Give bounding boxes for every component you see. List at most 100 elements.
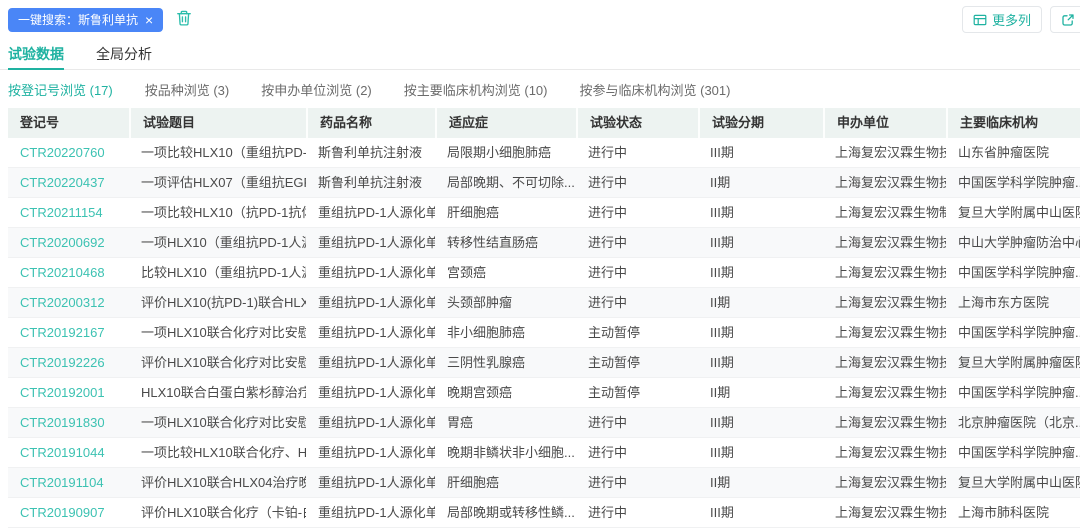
cell-trial-title: 一项HLX10联合化疗对比安慰剂联... (129, 318, 306, 347)
search-tag[interactable]: 一键搜索：斯鲁利单抗 × (8, 8, 163, 32)
cell-trial-title: 评价HLX10联合化疗（卡铂-白蛋... (129, 498, 306, 527)
cell-trial-status: 进行中 (576, 468, 698, 497)
filter-tab[interactable]: 按参与临床机构浏览 (301) (580, 80, 731, 99)
close-icon[interactable]: × (145, 13, 153, 27)
browse-filters: 按登记号浏览 (17) 按品种浏览 (3) 按申办单位浏览 (2) 按主要临床机构浏览… (0, 79, 1080, 99)
cell-indication: 宫颈癌 (435, 258, 576, 287)
table-row: CTR20191104评价HLX10联合HLX04治疗晚期肝...重组抗PD-1… (8, 468, 1080, 498)
cell-indication: 局部晚期或转移性鳞... (435, 498, 576, 527)
cell-main-clinical-institution: 北京肿瘤医院（北京... (946, 408, 1080, 437)
table-row: CTR20211154一项比较HLX10（抗PD-1抗体）...重组抗PD-1人… (8, 198, 1080, 228)
column-header-registration-number: 登记号 (8, 108, 129, 138)
cell-trial-status: 进行中 (576, 228, 698, 257)
cell-trial-title: 一项HLX10联合化疗对比安慰剂联... (129, 408, 306, 437)
cell-trial-title: 比较HLX10（重组抗PD-1人源化... (129, 258, 306, 287)
cell-sponsor: 上海复宏汉霖生物技... (823, 288, 946, 317)
cell-drug-name: 斯鲁利单抗注射液 (306, 138, 435, 167)
registration-number-link[interactable]: CTR20220437 (8, 168, 129, 197)
filter-tab[interactable]: 按登记号浏览 (17) (8, 80, 113, 99)
cell-trial-title: 一项比较HLX10（抗PD-1抗体）... (129, 198, 306, 227)
more-columns-button[interactable]: 更多列 (962, 6, 1042, 33)
registration-number-link[interactable]: CTR20211154 (8, 198, 129, 227)
cell-main-clinical-institution: 上海市东方医院 (946, 288, 1080, 317)
cell-trial-title: 评价HLX10(抗PD-1)联合HLX07(... (129, 288, 306, 317)
cell-trial-phase: II期 (698, 378, 823, 407)
column-header-trial-status: 试验状态 (576, 108, 698, 138)
cell-main-clinical-institution: 复旦大学附属中山医院 (946, 198, 1080, 227)
cell-trial-title: 一项评估HLX07（重组抗EGFR人... (129, 168, 306, 197)
cell-indication: 肝细胞癌 (435, 198, 576, 227)
table-row: CTR20200312评价HLX10(抗PD-1)联合HLX07(...重组抗P… (8, 288, 1080, 318)
column-header-drug-name: 药品名称 (306, 108, 435, 138)
table-row: CTR20220760一项比较HLX10（重组抗PD-1人...斯鲁利单抗注射液… (8, 138, 1080, 168)
table-row: CTR20192226评价HLX10联合化疗对比安慰剂联...重组抗PD-1人源… (8, 348, 1080, 378)
cell-trial-title: HLX10联合白蛋白紫杉醇治疗经晚... (129, 378, 306, 407)
cell-sponsor: 上海复宏汉霖生物技... (823, 348, 946, 377)
column-header-trial-phase: 试验分期 (698, 108, 823, 138)
cell-main-clinical-institution: 中国医学科学院肿瘤... (946, 168, 1080, 197)
registration-number-link[interactable]: CTR20192001 (8, 378, 129, 407)
tab-trial-data[interactable]: 试验数据 (8, 39, 64, 69)
table-row: CTR20220437一项评估HLX07（重组抗EGFR人...斯鲁利单抗注射液… (8, 168, 1080, 198)
cell-trial-status: 主动暂停 (576, 378, 698, 407)
cell-drug-name: 重组抗PD-1人源化单... (306, 318, 435, 347)
cell-main-clinical-institution: 中山大学肿瘤防治中心 (946, 228, 1080, 257)
registration-number-link[interactable]: CTR20190907 (8, 498, 129, 527)
cell-sponsor: 上海复宏汉霖生物技... (823, 498, 946, 527)
table-row: CTR20192167一项HLX10联合化疗对比安慰剂联...重组抗PD-1人源… (8, 318, 1080, 348)
filter-tab[interactable]: 按申办单位浏览 (2) (261, 80, 372, 99)
cell-drug-name: 重组抗PD-1人源化单... (306, 378, 435, 407)
trials-table: 登记号试验题目药品名称适应症试验状态试验分期申办单位主要临床机构 CTR2022… (8, 108, 1080, 528)
cell-drug-name: 重组抗PD-1人源化单... (306, 408, 435, 437)
clear-search-button[interactable] (175, 9, 193, 30)
cell-trial-phase: III期 (698, 138, 823, 167)
registration-number-link[interactable]: CTR20210468 (8, 258, 129, 287)
open-external-button[interactable] (1050, 6, 1080, 33)
registration-number-link[interactable]: CTR20191830 (8, 408, 129, 437)
cell-trial-phase: III期 (698, 348, 823, 377)
registration-number-link[interactable]: CTR20220760 (8, 138, 129, 167)
more-columns-label: 更多列 (992, 10, 1031, 29)
cell-sponsor: 上海复宏汉霖生物制... (823, 198, 946, 227)
cell-trial-title: 评价HLX10联合化疗对比安慰剂联... (129, 348, 306, 377)
cell-trial-status: 进行中 (576, 198, 698, 227)
registration-number-link[interactable]: CTR20191044 (8, 438, 129, 467)
cell-trial-title: 评价HLX10联合HLX04治疗晚期肝... (129, 468, 306, 497)
cell-drug-name: 斯鲁利单抗注射液 (306, 168, 435, 197)
cell-trial-status: 进行中 (576, 138, 698, 167)
trash-icon (175, 9, 193, 30)
external-link-icon (1061, 13, 1075, 27)
cell-trial-phase: III期 (698, 438, 823, 467)
cell-trial-phase: III期 (698, 318, 823, 347)
cell-indication: 非小细胞肺癌 (435, 318, 576, 347)
table-header: 登记号试验题目药品名称适应症试验状态试验分期申办单位主要临床机构 (8, 108, 1080, 138)
registration-number-link[interactable]: CTR20200312 (8, 288, 129, 317)
table-row: CTR20210468比较HLX10（重组抗PD-1人源化...重组抗PD-1人… (8, 258, 1080, 288)
cell-trial-phase: III期 (698, 498, 823, 527)
tab-global-analysis[interactable]: 全局分析 (96, 39, 152, 69)
cell-trial-status: 进行中 (576, 168, 698, 197)
cell-indication: 晚期宫颈癌 (435, 378, 576, 407)
main-tabs: 试验数据 全局分析 (0, 39, 1080, 70)
filter-tab[interactable]: 按主要临床机构浏览 (10) (404, 80, 548, 99)
registration-number-link[interactable]: CTR20191104 (8, 468, 129, 497)
registration-number-link[interactable]: CTR20200692 (8, 228, 129, 257)
search-tag-label: 一键搜索：斯鲁利单抗 (18, 11, 138, 28)
cell-trial-phase: III期 (698, 228, 823, 257)
cell-drug-name: 重组抗PD-1人源化单... (306, 258, 435, 287)
cell-main-clinical-institution: 复旦大学附属肿瘤医院 (946, 348, 1080, 377)
cell-trial-status: 进行中 (576, 408, 698, 437)
table-row: CTR20200692一项HLX10（重组抗PD-1人源化...重组抗PD-1人… (8, 228, 1080, 258)
filter-tab[interactable]: 按品种浏览 (3) (145, 80, 230, 99)
cell-trial-phase: III期 (698, 198, 823, 227)
cell-trial-phase: III期 (698, 408, 823, 437)
registration-number-link[interactable]: CTR20192226 (8, 348, 129, 377)
cell-drug-name: 重组抗PD-1人源化单... (306, 468, 435, 497)
cell-main-clinical-institution: 上海市肺科医院 (946, 498, 1080, 527)
registration-number-link[interactable]: CTR20192167 (8, 318, 129, 347)
cell-trial-status: 主动暂停 (576, 318, 698, 347)
cell-trial-status: 进行中 (576, 498, 698, 527)
cell-trial-status: 进行中 (576, 288, 698, 317)
cell-indication: 晚期非鳞状非小细胞... (435, 438, 576, 467)
cell-drug-name: 重组抗PD-1人源化单... (306, 228, 435, 257)
